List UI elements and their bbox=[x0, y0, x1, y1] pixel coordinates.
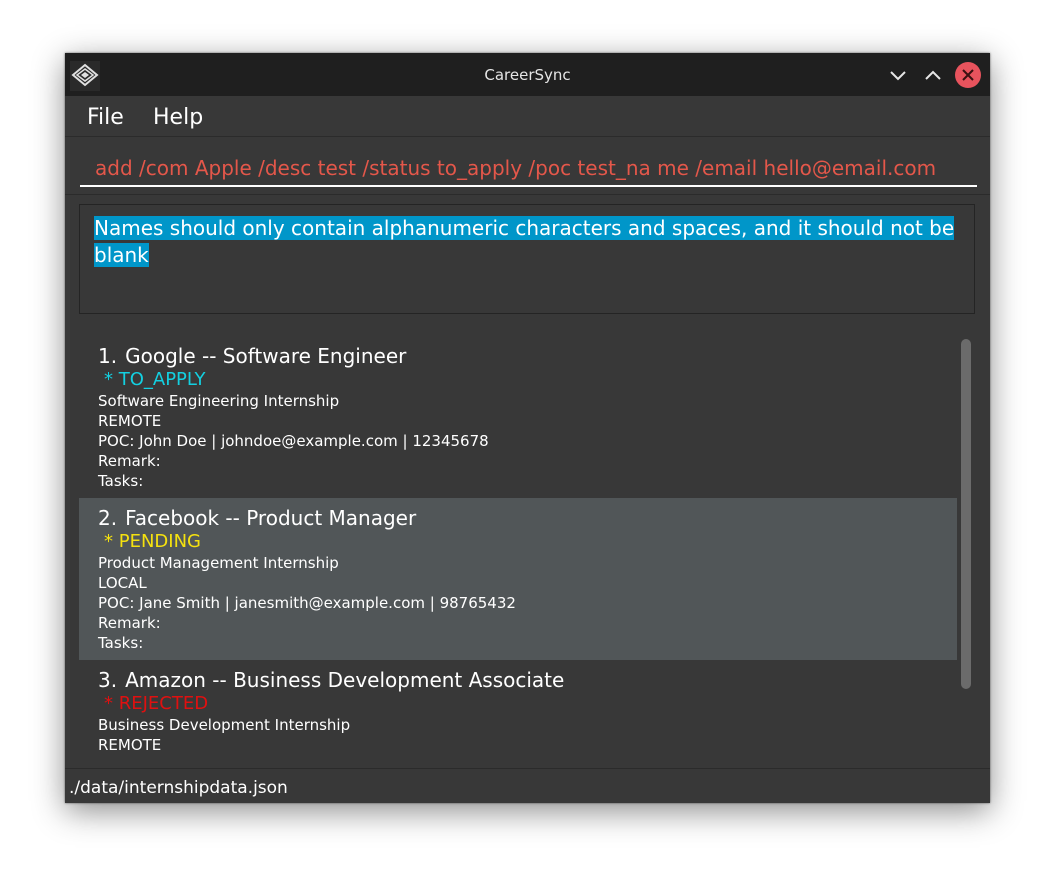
internship-card[interactable]: 2. Facebook -- Product Manager * PENDING … bbox=[79, 498, 957, 660]
card-header: 3. Amazon -- Business Development Associa… bbox=[98, 667, 957, 693]
internship-list[interactable]: 1. Google -- Software Engineer * TO_APPLY… bbox=[79, 336, 957, 756]
status-badge: * TO_APPLY bbox=[104, 369, 206, 390]
internship-card[interactable]: 1. Google -- Software Engineer * TO_APPLY… bbox=[79, 336, 957, 498]
card-poc: POC: Jane Smith | janesmith@example.com … bbox=[98, 594, 516, 612]
status-badge: * REJECTED bbox=[104, 693, 209, 714]
card-description: Software Engineering Internship bbox=[98, 392, 340, 410]
app-window: CareerSync File Help Names should only bbox=[65, 53, 990, 803]
title-bar[interactable]: CareerSync bbox=[65, 53, 990, 96]
card-location: REMOTE bbox=[98, 412, 162, 430]
status-bar: ./data/internshipdata.json bbox=[65, 768, 990, 803]
result-display[interactable]: Names should only contain alphanumeric c… bbox=[79, 204, 975, 314]
command-input[interactable] bbox=[80, 151, 977, 187]
result-display-area: Names should only contain alphanumeric c… bbox=[65, 194, 990, 323]
internship-list-panel: 1. Google -- Software Engineer * TO_APPLY… bbox=[65, 322, 990, 768]
maximize-icon[interactable] bbox=[920, 62, 946, 88]
minimize-icon[interactable] bbox=[885, 62, 911, 88]
command-box bbox=[65, 137, 990, 194]
scrollbar-thumb[interactable] bbox=[961, 339, 971, 689]
menu-bar: File Help bbox=[65, 96, 990, 137]
card-index: 1. bbox=[98, 344, 118, 368]
card-location: LOCAL bbox=[98, 574, 147, 592]
menu-help[interactable]: Help bbox=[153, 105, 203, 130]
card-index: 3. bbox=[98, 668, 118, 692]
card-remark: Remark: bbox=[98, 452, 161, 470]
status-badge: * PENDING bbox=[104, 531, 201, 552]
card-tasks: Tasks: bbox=[98, 634, 144, 652]
data-file-path: ./data/internshipdata.json bbox=[69, 778, 288, 798]
result-message-text: Names should only contain alphanumeric c… bbox=[94, 216, 955, 267]
list-scrollbar[interactable] bbox=[958, 336, 974, 756]
card-remark: Remark: bbox=[98, 614, 161, 632]
card-poc: POC: John Doe | johndoe@example.com | 12… bbox=[98, 432, 489, 450]
card-location: REMOTE bbox=[98, 736, 162, 754]
close-icon[interactable] bbox=[955, 62, 981, 88]
result-message: Names should only contain alphanumeric c… bbox=[94, 215, 964, 269]
card-header: 2. Facebook -- Product Manager bbox=[98, 505, 957, 531]
card-description: Product Management Internship bbox=[98, 554, 339, 572]
card-header: 1. Google -- Software Engineer bbox=[98, 343, 957, 369]
card-title: Amazon -- Business Development Associate bbox=[125, 668, 565, 692]
card-title: Facebook -- Product Manager bbox=[125, 506, 417, 530]
internship-card[interactable]: 3. Amazon -- Business Development Associa… bbox=[79, 660, 957, 756]
card-description: Business Development Internship bbox=[98, 716, 351, 734]
window-title: CareerSync bbox=[484, 66, 571, 84]
card-title: Google -- Software Engineer bbox=[125, 344, 407, 368]
card-index: 2. bbox=[98, 506, 118, 530]
card-tasks: Tasks: bbox=[98, 472, 144, 490]
menu-file[interactable]: File bbox=[87, 105, 124, 130]
